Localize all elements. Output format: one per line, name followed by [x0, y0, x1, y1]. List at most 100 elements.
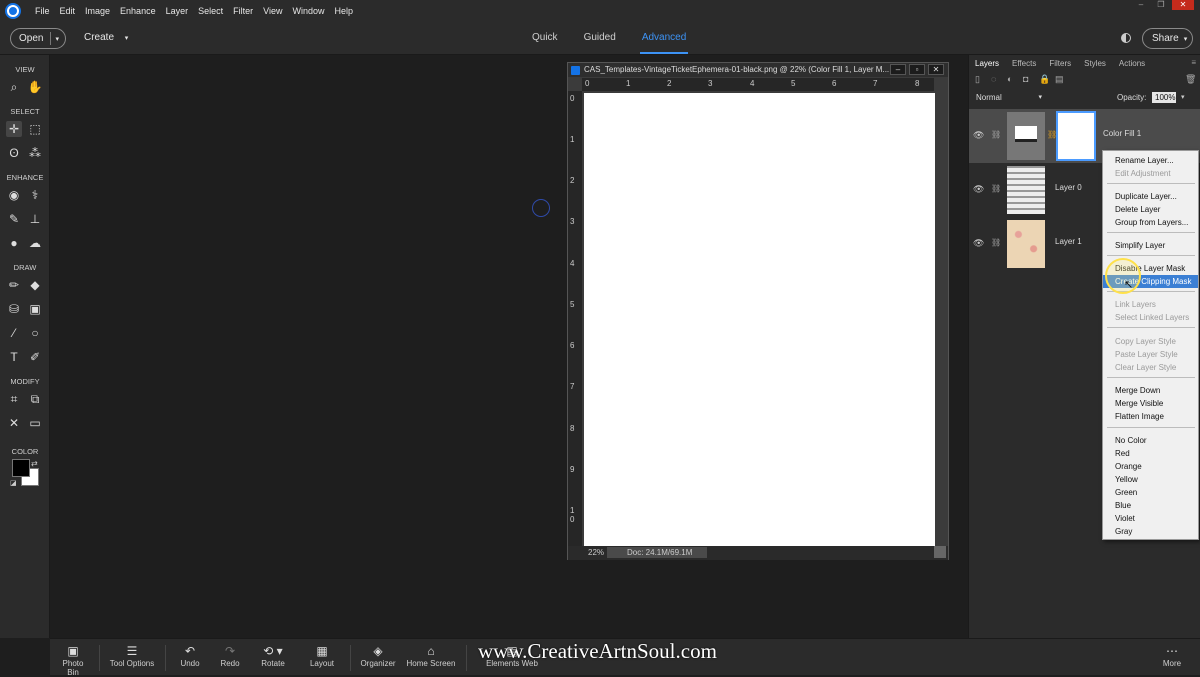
trash-icon[interactable]: 🗑 [1185, 74, 1196, 84]
menu-item-yellow[interactable]: Yellow [1103, 473, 1198, 486]
content-aware-move-tool-icon[interactable]: ✕ [6, 415, 22, 431]
brush-tool-icon[interactable]: ✏ [6, 277, 22, 293]
tab-advanced[interactable]: Advanced [639, 32, 689, 54]
menu-item-blue[interactable]: Blue [1103, 499, 1198, 512]
tab-quick[interactable]: Quick [532, 32, 558, 43]
menu-item-green[interactable]: Green [1103, 486, 1198, 499]
menu-item-rename-layer[interactable]: Rename Layer... [1103, 154, 1198, 167]
zoom-tool-icon[interactable]: ⌕ [6, 79, 22, 95]
crop-tool-icon[interactable]: ⌗ [6, 391, 22, 407]
doc-size-info[interactable]: Doc: 24.1M/69.1M [607, 547, 707, 558]
tab-effects[interactable]: Effects [1012, 59, 1043, 68]
menu-item-flatten-image[interactable]: Flatten Image [1103, 410, 1198, 423]
tab-styles[interactable]: Styles [1084, 59, 1113, 68]
panel-menu-icon[interactable]: ≡ [1191, 58, 1196, 67]
blend-mode-select[interactable]: Normal ▾ [976, 93, 1042, 102]
link-icon[interactable]: ⛓ [991, 184, 1001, 193]
lock-all-icon[interactable]: ▤ [1055, 74, 1065, 84]
link-icon[interactable]: ⛓ [991, 130, 1001, 139]
straighten-tool-icon[interactable]: ▭ [27, 415, 43, 431]
pencil-tool-icon[interactable]: ✐ [27, 349, 43, 365]
restore-button[interactable]: ❐ [1152, 0, 1170, 10]
menu-item-delete-layer[interactable]: Delete Layer [1103, 203, 1198, 216]
redo-button[interactable]: ↷ Redo [216, 643, 244, 668]
opacity-input[interactable]: 100% [1152, 92, 1176, 103]
doc-minimize-button[interactable]: – [890, 64, 906, 75]
menu-window[interactable]: Window [287, 0, 329, 22]
shape-tool-icon[interactable]: ○ [27, 325, 43, 341]
eyedropper-tool-icon[interactable]: ⁄ [6, 325, 22, 341]
resize-handle[interactable] [934, 546, 946, 558]
home-screen-button[interactable]: ⌂ Home Screen [406, 643, 456, 668]
link-icon[interactable]: ⛓ [991, 238, 1001, 247]
menu-file[interactable]: File [30, 0, 55, 22]
create-button[interactable]: Create ▾ [84, 32, 128, 43]
new-layer-icon[interactable]: ▯ [975, 74, 985, 84]
quick-selection-tool-icon[interactable]: ⁂ [27, 145, 43, 161]
marquee-tool-icon[interactable]: ⬚ [27, 121, 43, 137]
adjustment-layer-icon[interactable]: ◐ [1007, 74, 1017, 84]
move-tool-icon[interactable]: ✛ [6, 121, 22, 137]
foreground-color-swatch[interactable] [12, 459, 30, 477]
doc-close-button[interactable]: ✕ [928, 64, 944, 75]
tool-options-button[interactable]: ☰ Tool Options [108, 643, 156, 668]
share-button[interactable]: Share ▾ [1142, 28, 1193, 49]
lasso-tool-icon[interactable]: ʘ [6, 145, 22, 161]
doc-maximize-button[interactable]: ▫ [909, 64, 925, 75]
open-button[interactable]: Open ▾ [10, 28, 66, 49]
undo-button[interactable]: ↶ Undo [176, 643, 204, 668]
hand-tool-icon[interactable]: ✋ [27, 79, 43, 95]
recompose-tool-icon[interactable]: ⧉ [27, 391, 43, 407]
type-tool-icon[interactable]: T [6, 349, 22, 365]
tab-guided[interactable]: Guided [584, 32, 616, 43]
menu-view[interactable]: View [258, 0, 287, 22]
menu-item-violet[interactable]: Violet [1103, 512, 1198, 525]
smart-brush-tool-icon[interactable]: ✎ [6, 211, 22, 227]
tab-layers[interactable]: Layers [975, 59, 1006, 68]
menu-image[interactable]: Image [80, 0, 115, 22]
menu-item-red[interactable]: Red [1103, 447, 1198, 460]
menu-filter[interactable]: Filter [228, 0, 258, 22]
menu-layer[interactable]: Layer [161, 0, 194, 22]
image-canvas[interactable] [584, 93, 935, 546]
eye-icon[interactable]: 👁 [973, 184, 984, 195]
swap-colors-icon[interactable]: ⇄ [31, 459, 38, 468]
tab-filters[interactable]: Filters [1049, 59, 1078, 68]
theme-toggle-icon[interactable] [1121, 33, 1131, 43]
paint-bucket-tool-icon[interactable]: ⛁ [6, 301, 22, 317]
menu-item-gray[interactable]: Gray [1103, 525, 1198, 538]
clone-stamp-tool-icon[interactable]: ⊥ [27, 211, 43, 227]
layout-button[interactable]: ▦ Layout [307, 643, 337, 668]
menu-item-orange[interactable]: Orange [1103, 460, 1198, 473]
red-eye-tool-icon[interactable]: ◉ [6, 187, 22, 203]
menu-item-merge-visible[interactable]: Merge Visible [1103, 397, 1198, 410]
sponge-tool-icon[interactable]: ☁ [27, 235, 43, 251]
menu-help[interactable]: Help [329, 0, 358, 22]
layer-mask-thumbnail[interactable] [1056, 111, 1096, 161]
blur-tool-icon[interactable]: ● [6, 235, 22, 251]
tab-actions[interactable]: Actions [1119, 59, 1152, 68]
menu-item-merge-down[interactable]: Merge Down [1103, 384, 1198, 397]
lock-icon[interactable]: 🔒 [1039, 74, 1050, 84]
menu-item-simplify-layer[interactable]: Simplify Layer [1103, 239, 1198, 252]
menu-item-no-color[interactable]: No Color [1103, 434, 1198, 447]
chevron-down-icon[interactable]: ▾ [1181, 93, 1185, 101]
rotate-button[interactable]: ⟲ ▾ Rotate [256, 643, 290, 668]
menu-item-group-from-layers[interactable]: Group from Layers... [1103, 216, 1198, 229]
zoom-level[interactable]: 22% [588, 548, 604, 557]
layer-mask-icon[interactable]: ◘ [1023, 74, 1033, 84]
menu-edit[interactable]: Edit [55, 0, 81, 22]
chevron-down-icon[interactable]: ▾ [55, 35, 59, 43]
new-group-icon[interactable]: ◌ [991, 74, 1001, 84]
eye-icon[interactable]: 👁 [973, 130, 984, 141]
default-colors-icon[interactable]: ◪ [10, 479, 17, 487]
close-button[interactable]: ✕ [1172, 0, 1194, 10]
photo-bin-button[interactable]: ▣ Photo Bin [56, 643, 90, 677]
gradient-tool-icon[interactable]: ▣ [27, 301, 43, 317]
menu-item-duplicate-layer[interactable]: Duplicate Layer... [1103, 190, 1198, 203]
document-scrollbar[interactable] [935, 91, 948, 546]
menu-enhance[interactable]: Enhance [115, 0, 161, 22]
spot-healing-tool-icon[interactable]: ⚕ [27, 187, 43, 203]
eye-icon[interactable]: 👁 [973, 238, 984, 249]
more-button[interactable]: ⋯ More [1158, 643, 1186, 668]
